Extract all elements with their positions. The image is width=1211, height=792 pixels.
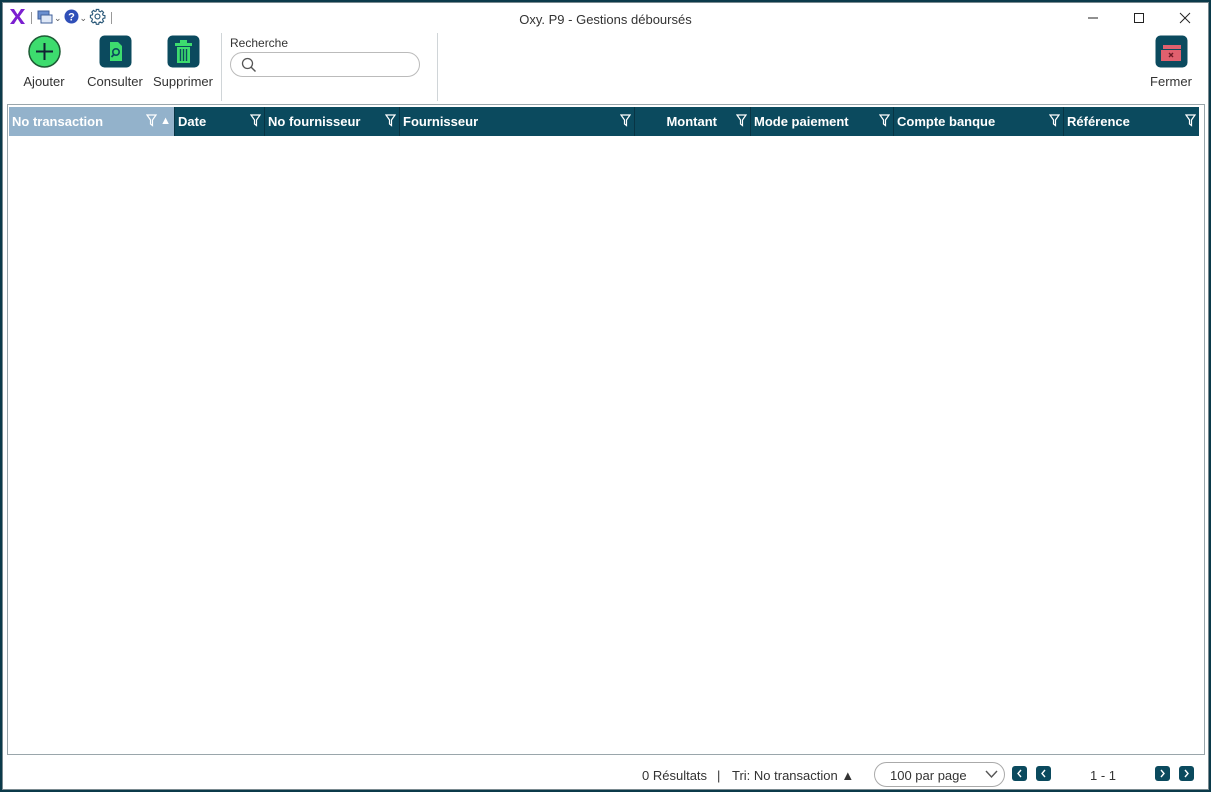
last-page-button[interactable]: [1179, 766, 1194, 781]
per-page-value: 100 par page: [890, 768, 967, 783]
delete-button[interactable]: Supprimer: [151, 35, 215, 89]
results-count: 0 Résultats: [642, 768, 708, 783]
column-header-no-transaction[interactable]: No transaction ▲: [9, 107, 175, 136]
filter-icon[interactable]: [735, 114, 748, 130]
ribbon-toolbar: Ajouter Consulter Supprimer Recherche Fe…: [3, 33, 1208, 103]
sort-ascending-icon: ▲: [160, 115, 171, 127]
chevron-down-icon: [985, 770, 998, 779]
column-header-mode-paiement[interactable]: Mode paiement: [751, 107, 894, 136]
column-header-no-fournisseur[interactable]: No fournisseur: [265, 107, 400, 136]
add-icon: [27, 35, 61, 68]
minimize-button[interactable]: [1070, 3, 1116, 33]
chevron-left-icon: [1017, 769, 1022, 778]
trash-icon: [167, 35, 200, 68]
column-label: Fournisseur: [403, 114, 479, 129]
search-input[interactable]: [261, 55, 411, 74]
ribbon-divider: [221, 33, 222, 101]
footer-separator: |: [717, 768, 721, 783]
column-header-fournisseur[interactable]: Fournisseur: [400, 107, 635, 136]
column-label: Montant: [666, 114, 717, 129]
column-label: Date: [178, 114, 207, 129]
column-header-montant[interactable]: Montant: [635, 107, 751, 136]
column-header-reference[interactable]: Référence: [1064, 107, 1199, 136]
column-label: Compte banque: [897, 114, 996, 129]
column-label: Référence: [1067, 114, 1130, 129]
data-grid: No transaction ▲ Date No fournisseur Fou…: [7, 104, 1205, 755]
maximize-button[interactable]: [1116, 3, 1162, 33]
app-window: ⌄ ? ⌄ Oxy. P9 - Gestions déboursés Ajout…: [2, 2, 1209, 790]
column-header-compte-banque[interactable]: Compte banque: [894, 107, 1064, 136]
column-header-date[interactable]: Date: [175, 107, 265, 136]
close-form-icon: [1155, 35, 1188, 68]
window-title: Oxy. P9 - Gestions déboursés: [519, 12, 692, 27]
view-button[interactable]: Consulter: [85, 35, 145, 89]
delete-label: Supprimer: [153, 74, 213, 89]
previous-page-button[interactable]: [1036, 766, 1051, 781]
column-label: Mode paiement: [754, 114, 849, 129]
first-page-button[interactable]: [1012, 766, 1027, 781]
search-box[interactable]: [230, 52, 420, 77]
close-button[interactable]: Fermer: [1147, 35, 1195, 89]
column-label: No transaction: [12, 114, 104, 129]
filter-icon[interactable]: [619, 114, 632, 130]
ribbon-divider: [437, 33, 438, 101]
filter-icon[interactable]: [878, 114, 891, 130]
search-icon: [241, 57, 256, 72]
add-label: Ajouter: [23, 74, 65, 89]
chevron-right-icon: [1160, 769, 1165, 778]
next-page-button[interactable]: [1155, 766, 1170, 781]
filter-icon[interactable]: [145, 114, 158, 130]
search-label: Recherche: [230, 36, 289, 50]
title-bar: ⌄ ? ⌄ Oxy. P9 - Gestions déboursés: [3, 3, 1208, 33]
column-label: No fournisseur: [268, 114, 361, 129]
status-footer: 0 Résultats | Tri: No transaction ▲ 100 …: [3, 758, 1208, 790]
add-button[interactable]: Ajouter: [21, 35, 67, 89]
page-info: 1 - 1: [1090, 768, 1117, 783]
per-page-select[interactable]: 100 par page: [874, 762, 1005, 787]
close-window-button[interactable]: [1162, 3, 1208, 33]
close-label: Fermer: [1150, 74, 1192, 89]
filter-icon[interactable]: [1184, 114, 1197, 130]
filter-icon[interactable]: [249, 114, 262, 130]
view-label: Consulter: [87, 74, 143, 89]
view-document-icon: [99, 35, 132, 68]
filter-icon[interactable]: [384, 114, 397, 130]
grid-header: No transaction ▲ Date No fournisseur Fou…: [9, 107, 1199, 136]
sort-indicator: Tri: No transaction ▲: [732, 768, 855, 783]
window-controls: [1070, 3, 1208, 33]
grid-body[interactable]: [9, 136, 1203, 753]
chevron-right-icon: [1184, 769, 1189, 778]
filter-icon[interactable]: [1048, 114, 1061, 130]
chevron-left-icon: [1041, 769, 1046, 778]
